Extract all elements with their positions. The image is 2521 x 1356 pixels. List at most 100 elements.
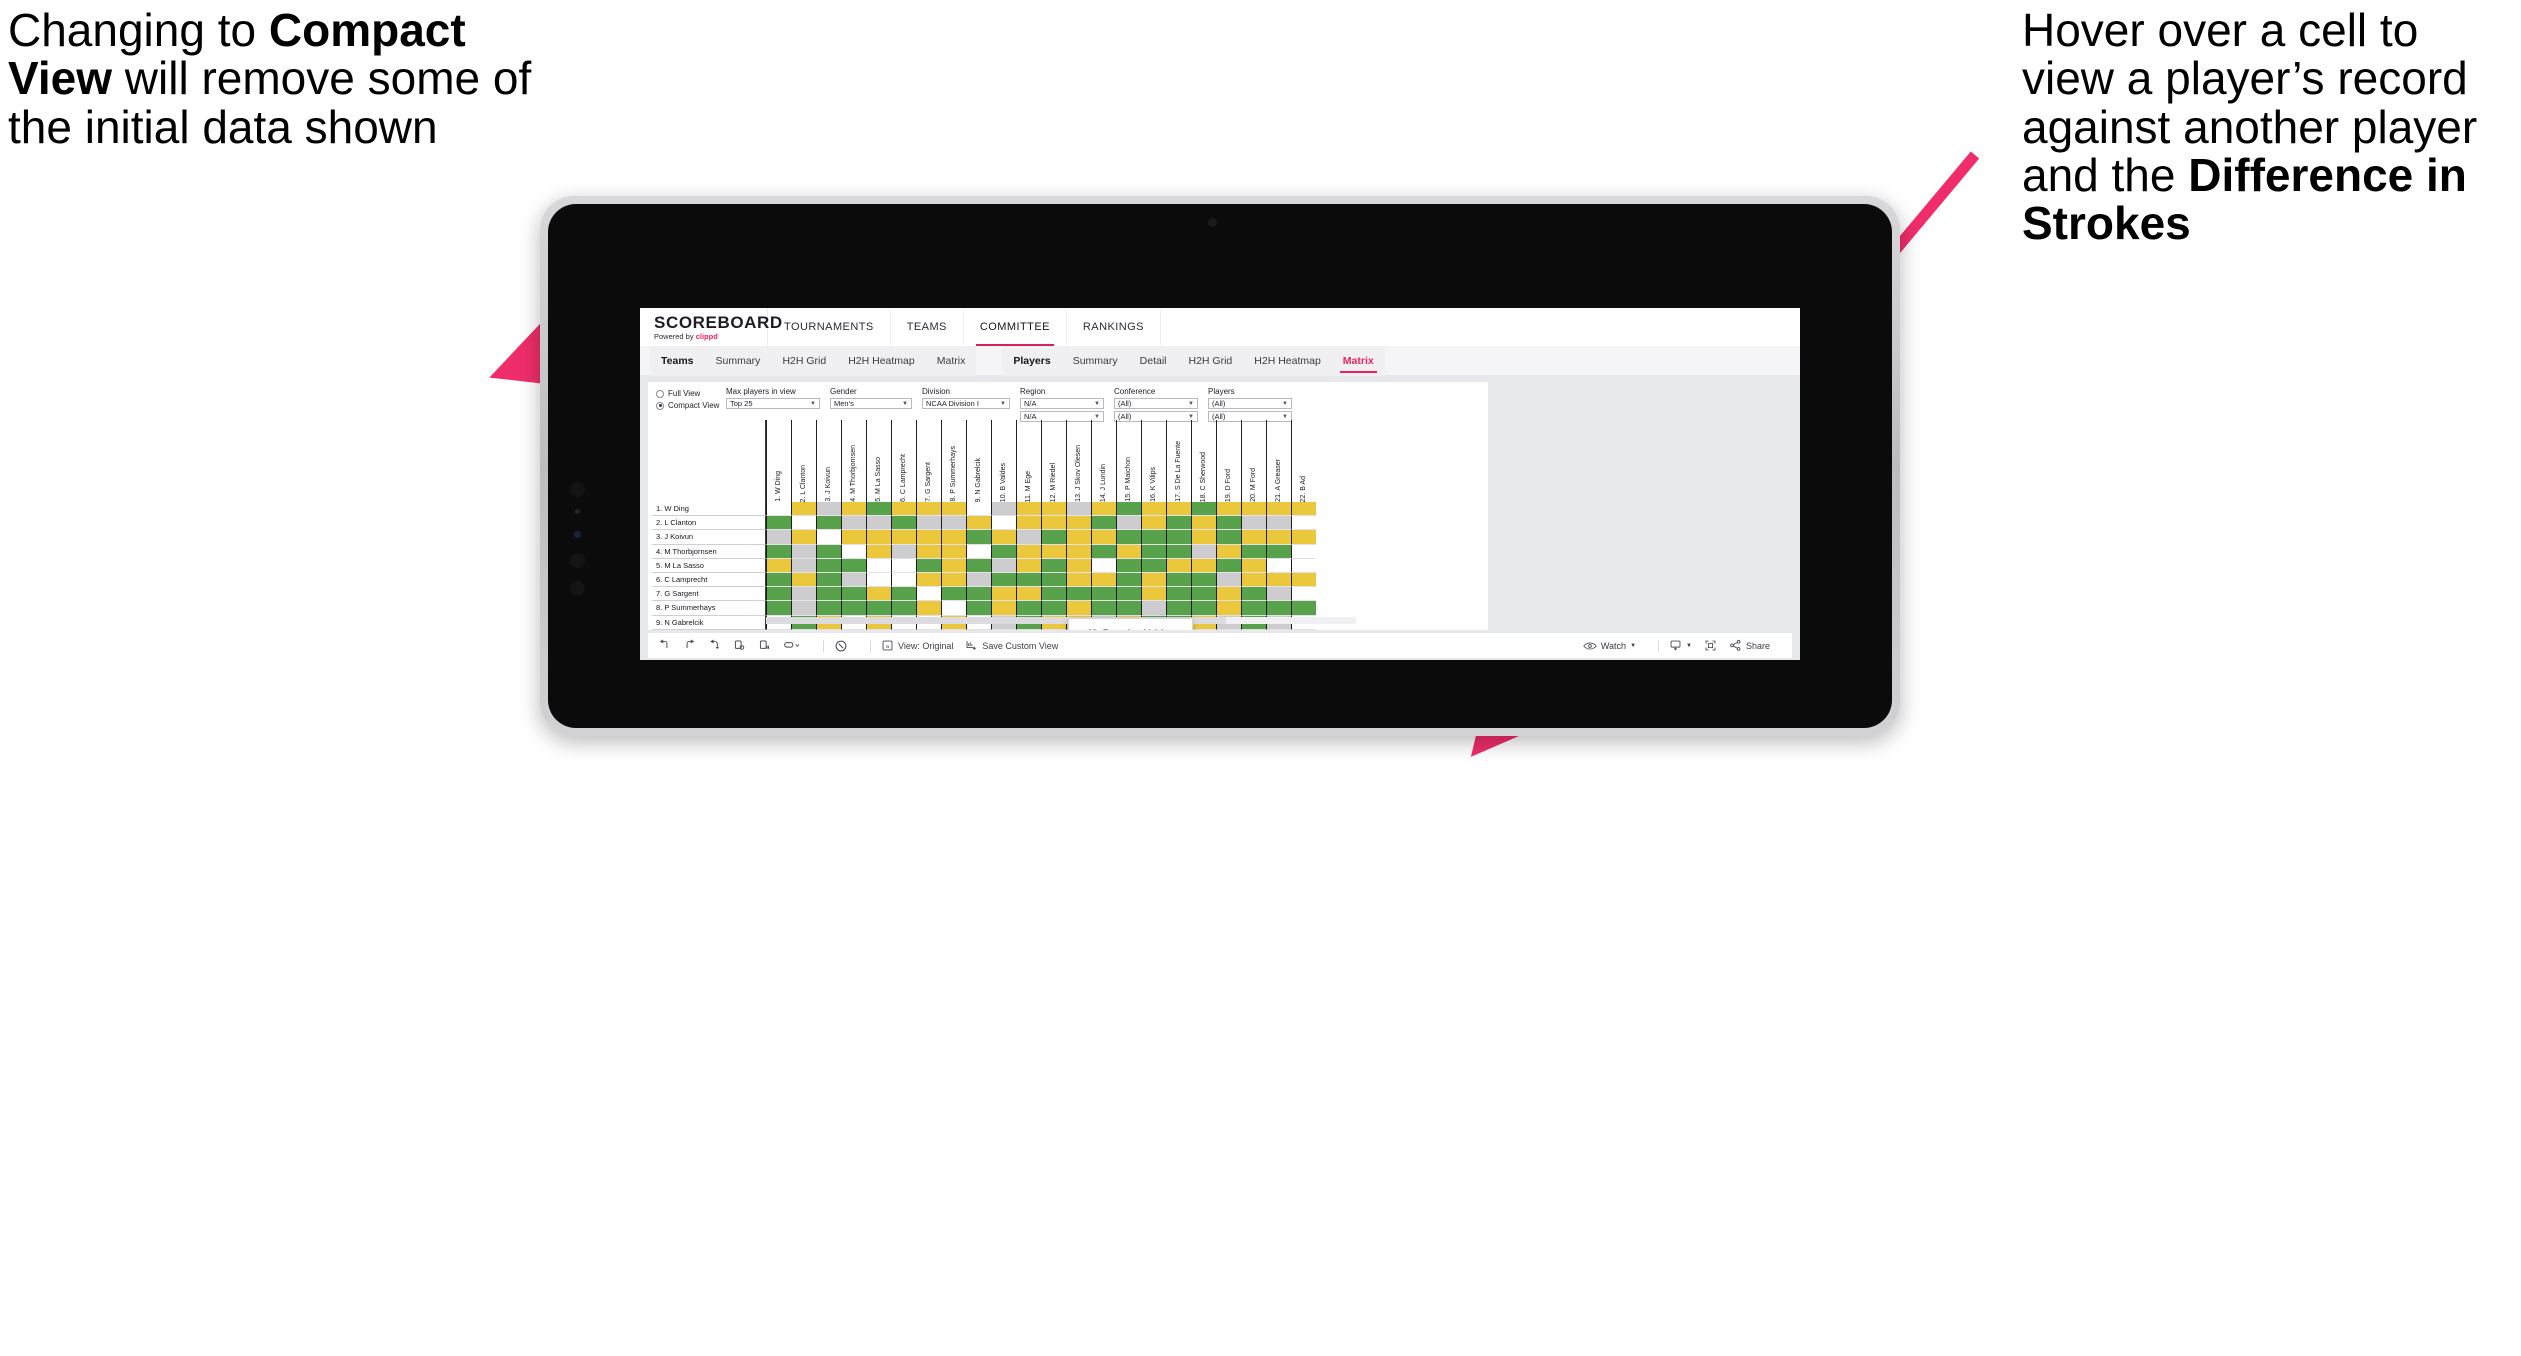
matrix-cell[interactable] [1091, 587, 1116, 602]
matrix-cell[interactable] [1116, 558, 1141, 573]
matrix-cell[interactable] [1216, 502, 1241, 517]
tab-players-h2h-heatmap[interactable]: H2H Heatmap [1243, 346, 1332, 376]
matrix-cell[interactable] [1291, 587, 1316, 602]
tab-players-detail[interactable]: Detail [1129, 346, 1178, 376]
matrix-cell[interactable] [1066, 530, 1091, 545]
help-button[interactable] [834, 639, 848, 653]
share-button[interactable]: Share [1729, 639, 1770, 652]
tab-players-matrix[interactable]: Matrix [1332, 346, 1385, 376]
refresh-button[interactable] [733, 639, 746, 652]
matrix-cell[interactable] [1291, 516, 1316, 531]
matrix-cell[interactable] [1166, 516, 1191, 531]
matrix-cell[interactable] [816, 558, 841, 573]
matrix-cell[interactable] [941, 530, 966, 545]
matrix-cell[interactable] [916, 601, 941, 616]
matrix-cell[interactable] [941, 587, 966, 602]
matrix-cell[interactable] [1066, 572, 1091, 588]
matrix-cell[interactable] [816, 516, 841, 531]
matrix-cell[interactable] [1191, 601, 1216, 616]
matrix-cell[interactable] [1241, 558, 1266, 573]
select-conference[interactable]: (All) ▼ [1114, 398, 1198, 409]
matrix-cell[interactable] [866, 587, 891, 602]
matrix-cell[interactable] [791, 530, 816, 545]
matrix-cell[interactable] [991, 601, 1016, 616]
matrix-cell[interactable] [941, 601, 966, 616]
matrix-row-header[interactable]: 6. C Lamprecht [652, 572, 766, 588]
matrix-cell[interactable] [1216, 544, 1241, 559]
matrix-cell[interactable] [1116, 572, 1141, 588]
matrix-cell[interactable] [1166, 502, 1191, 517]
matrix-cell[interactable] [891, 530, 916, 545]
matrix-cell[interactable] [791, 502, 816, 517]
matrix-cell[interactable] [866, 601, 891, 616]
matrix-cell[interactable] [916, 502, 941, 517]
matrix-cell[interactable] [1216, 572, 1241, 588]
matrix-row-header[interactable]: 1. W Ding [652, 502, 766, 517]
matrix-cell[interactable] [991, 544, 1016, 559]
matrix-cell[interactable] [1116, 601, 1141, 616]
radio-full-view[interactable]: Full View [656, 389, 726, 398]
matrix-cell[interactable] [891, 544, 916, 559]
matrix-column-header[interactable]: 14. J Lundin [1091, 420, 1116, 502]
matrix-cell[interactable] [1216, 601, 1241, 616]
horizontal-scrollbar[interactable] [766, 617, 1356, 624]
matrix-cell[interactable] [1291, 544, 1316, 559]
nav-rankings[interactable]: RANKINGS [1067, 308, 1161, 346]
matrix-column-header[interactable]: 22. B Ad [1291, 420, 1316, 502]
matrix-cell[interactable] [1016, 587, 1041, 602]
matrix-cell[interactable] [1116, 502, 1141, 517]
matrix-cell[interactable] [1216, 530, 1241, 545]
matrix-cell[interactable] [1216, 516, 1241, 531]
matrix-cell[interactable] [1266, 558, 1291, 573]
matrix-cell[interactable] [941, 516, 966, 531]
matrix-cell[interactable] [1166, 558, 1191, 573]
matrix-column-header[interactable]: 8. P Summerhays [941, 420, 966, 502]
matrix-cell[interactable] [916, 587, 941, 602]
redo-button[interactable] [683, 639, 696, 652]
matrix-cell[interactable] [1291, 530, 1316, 545]
matrix-cell[interactable] [816, 601, 841, 616]
matrix-cell[interactable] [966, 572, 991, 588]
matrix-cell[interactable] [1291, 558, 1316, 573]
tab-players[interactable]: Players [1002, 346, 1061, 376]
select-gender[interactable]: Men’s ▼ [830, 398, 912, 409]
matrix-column-header[interactable]: 19. D Ford [1216, 420, 1241, 502]
matrix-cell[interactable] [1266, 601, 1291, 616]
matrix-cell[interactable] [1266, 544, 1291, 559]
matrix-cell[interactable] [766, 516, 791, 531]
tab-players-summary[interactable]: Summary [1062, 346, 1129, 376]
matrix-cell[interactable] [1191, 587, 1216, 602]
matrix-cell[interactable] [1141, 601, 1166, 616]
matrix-column-header[interactable]: 3. J Koivun [816, 420, 841, 502]
matrix-row-header[interactable]: 7. G Sargent [652, 587, 766, 602]
matrix-cell[interactable] [1041, 587, 1066, 602]
matrix-cell[interactable] [916, 530, 941, 545]
matrix-cell[interactable] [1166, 572, 1191, 588]
matrix-cell[interactable] [766, 502, 791, 517]
tab-teams-matrix[interactable]: Matrix [926, 346, 977, 376]
matrix-row-header[interactable]: 4. M Thorbjornsen [652, 544, 766, 559]
matrix-cell[interactable] [1091, 516, 1116, 531]
matrix-cell[interactable] [991, 516, 1016, 531]
matrix-cell[interactable] [1041, 601, 1066, 616]
matrix-cell[interactable] [866, 544, 891, 559]
revert-button[interactable] [708, 639, 721, 652]
matrix-cell[interactable] [966, 502, 991, 517]
matrix-cell[interactable] [1091, 572, 1116, 588]
matrix-cell[interactable] [1166, 544, 1191, 559]
matrix-cell[interactable] [1141, 516, 1166, 531]
matrix-cell[interactable] [966, 516, 991, 531]
matrix-cell[interactable] [1166, 601, 1191, 616]
matrix-cell[interactable] [841, 530, 866, 545]
matrix-cell[interactable] [1016, 530, 1041, 545]
matrix-cell[interactable] [816, 544, 841, 559]
matrix-column-header[interactable]: 7. G Sargent [916, 420, 941, 502]
matrix-cell[interactable] [966, 601, 991, 616]
matrix-cell[interactable] [1016, 516, 1041, 531]
select-division[interactable]: NCAA Division I ▼ [922, 398, 1010, 409]
matrix-cell[interactable] [916, 558, 941, 573]
matrix-cell[interactable] [1241, 544, 1266, 559]
matrix-cell[interactable] [891, 502, 916, 517]
matrix-cell[interactable] [791, 572, 816, 588]
matrix-row-header[interactable]: 8. P Summerhays [652, 601, 766, 616]
